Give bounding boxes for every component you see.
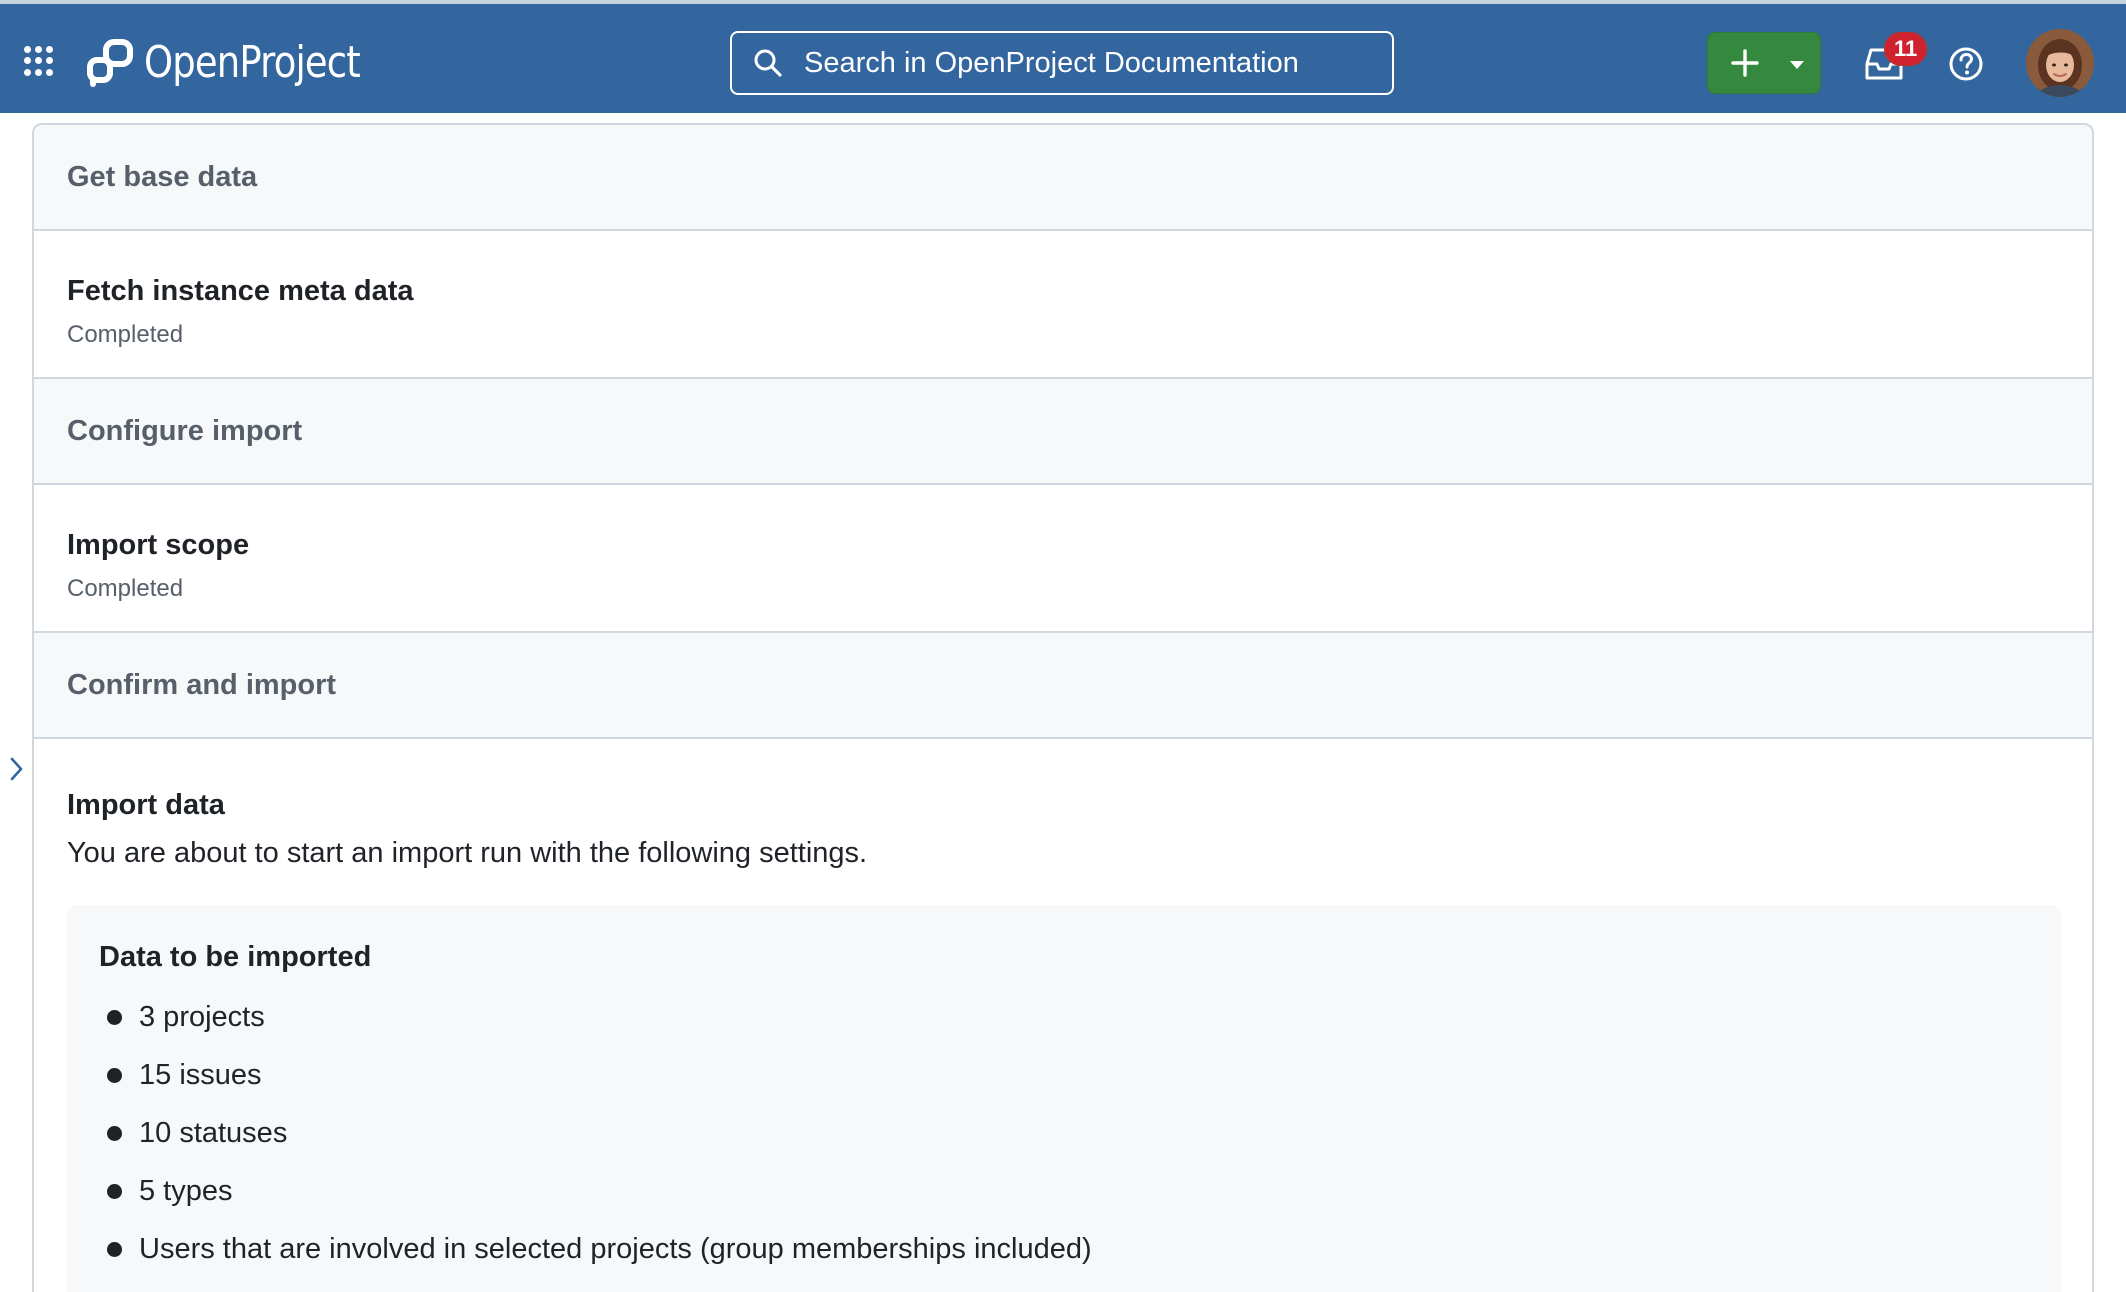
bullet-icon — [107, 1242, 122, 1257]
grid-menu-icon[interactable] — [24, 46, 54, 76]
step-title: Fetch instance meta data — [67, 275, 414, 307]
step-status: Completed — [67, 575, 184, 602]
section-title: Configure import — [67, 414, 303, 447]
bullet-icon — [107, 1068, 122, 1083]
notification-count-badge: 11 — [1884, 32, 1928, 66]
list-item-text: 5 types — [139, 1175, 233, 1207]
sidebar-expand-icon[interactable] — [8, 756, 24, 782]
search-placeholder: Search in OpenProject Documentation — [804, 46, 1299, 79]
list-item: 15 issues — [99, 1057, 2029, 1093]
step-import-scope: Import scope Completed — [34, 485, 2092, 633]
openproject-logo-icon — [87, 39, 133, 87]
avatar-image — [2026, 29, 2094, 97]
step-title: Import scope — [67, 529, 250, 561]
step-description: You are about to start an import run wit… — [67, 837, 868, 869]
app-name: OpenProject — [144, 36, 361, 88]
section-title: Get base data — [67, 160, 258, 193]
list-item-text: 3 projects — [139, 1001, 265, 1033]
list-item: 5 types — [99, 1173, 2029, 1209]
section-confirm-and-import: Confirm and import — [34, 633, 2092, 739]
bullet-icon — [107, 1184, 122, 1199]
list-item-text: Users that are involved in selected proj… — [139, 1233, 1092, 1265]
search-input[interactable]: Search in OpenProject Documentation — [730, 31, 1394, 95]
data-list: 3 projects 15 issues 10 statuses 5 types… — [99, 999, 2029, 1267]
step-status: Completed — [67, 321, 184, 348]
data-box-title: Data to be imported — [99, 941, 372, 973]
section-title: Confirm and import — [67, 668, 337, 701]
list-item-text: 10 statuses — [139, 1117, 288, 1149]
help-icon[interactable] — [1948, 46, 1984, 82]
app-logo[interactable]: OpenProject — [84, 34, 401, 90]
bullet-icon — [107, 1126, 122, 1141]
list-item: 3 projects — [99, 999, 2029, 1035]
section-get-base-data: Get base data — [34, 125, 2092, 231]
create-button[interactable] — [1707, 32, 1821, 94]
caret-down-icon — [1790, 61, 1804, 69]
import-steps-panel: Get base data Fetch instance meta data C… — [32, 123, 2094, 1292]
list-item: Users that are involved in selected proj… — [99, 1231, 2029, 1267]
step-import-data: Import data You are about to start an im… — [34, 739, 2092, 1292]
list-item: 10 statuses — [99, 1115, 2029, 1151]
top-header: OpenProject Search in OpenProject Docume… — [0, 0, 2126, 113]
bullet-icon — [107, 1010, 122, 1025]
user-avatar[interactable] — [2026, 29, 2094, 97]
list-item-text: 15 issues — [139, 1059, 262, 1091]
data-to-import-box: Data to be imported 3 projects 15 issues… — [67, 905, 2061, 1292]
search-icon — [754, 49, 782, 77]
section-configure-import: Configure import — [34, 379, 2092, 485]
step-fetch-meta-data: Fetch instance meta data Completed — [34, 231, 2092, 379]
plus-icon — [1731, 49, 1759, 77]
step-title: Import data — [67, 789, 225, 821]
